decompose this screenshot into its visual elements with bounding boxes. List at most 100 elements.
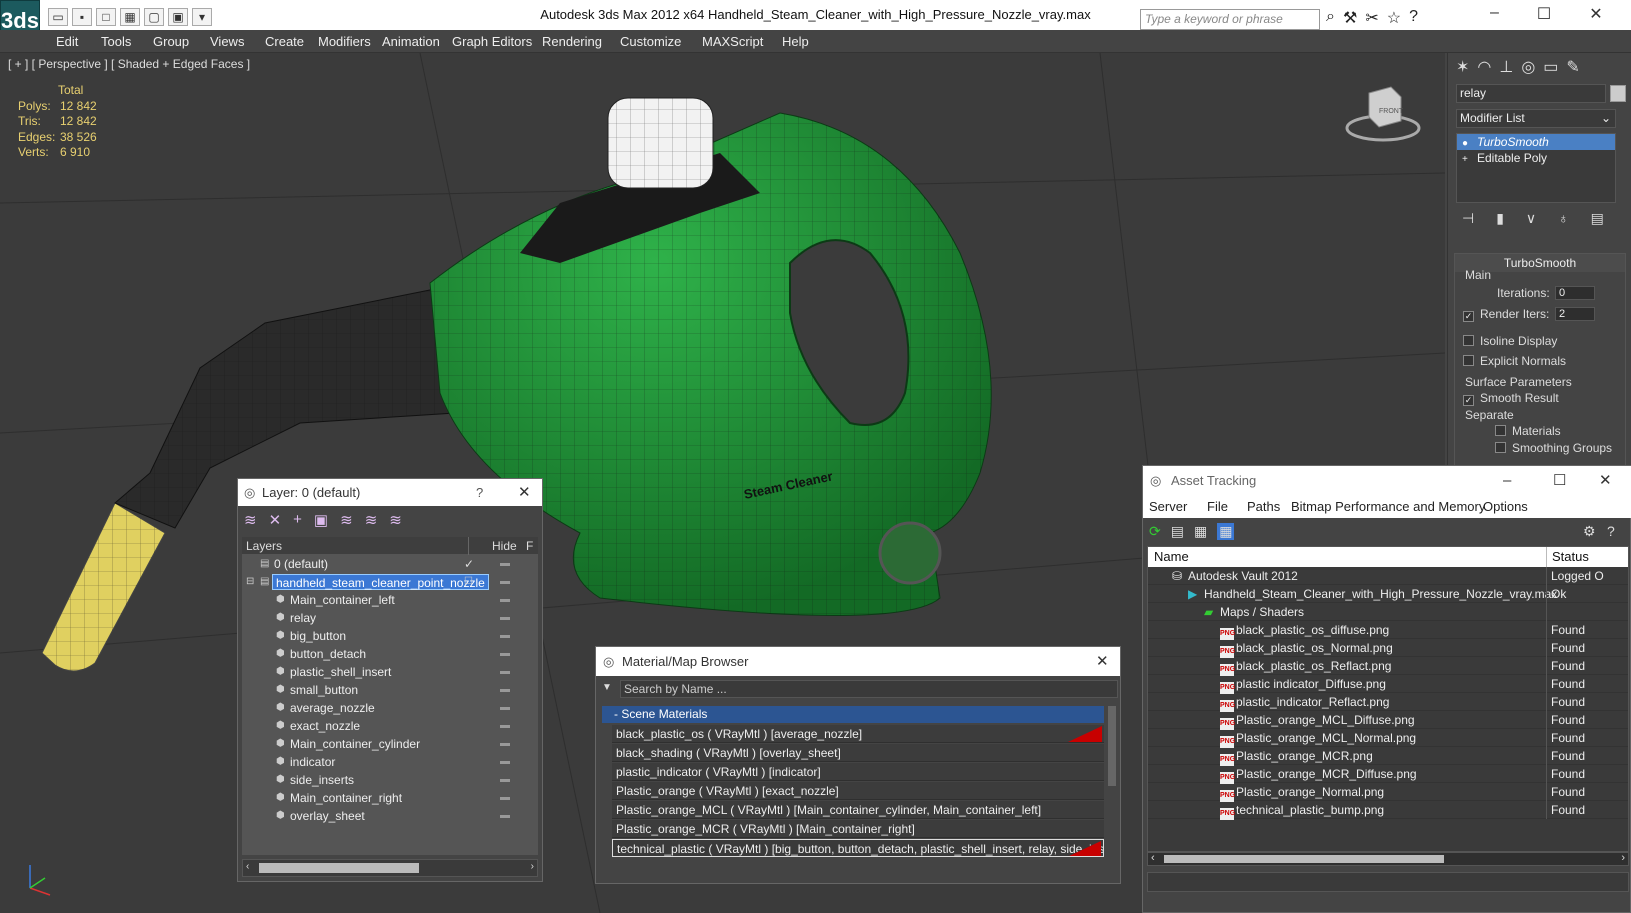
material-row[interactable]: black_shading ( VRayMtl ) [overlay_sheet… bbox=[612, 744, 1104, 762]
layer-row[interactable]: ⬢ Main_container_cylinder ▬ bbox=[242, 735, 538, 753]
layer-row[interactable]: ⬢ exact_nozzle ▬ bbox=[242, 717, 538, 735]
layer-row[interactable]: ⬢ average_nozzle ▬ bbox=[242, 699, 538, 717]
help-icon[interactable]: ? bbox=[1409, 8, 1418, 28]
asset-row[interactable]: PNG Plastic_orange_Normal.png Found bbox=[1148, 783, 1628, 802]
current-layer-box[interactable]: ☐ bbox=[464, 573, 473, 591]
maximize-icon[interactable]: ☐ bbox=[1537, 4, 1551, 24]
close-icon[interactable]: ✕ bbox=[518, 479, 531, 506]
display-tab-icon[interactable]: ▭ bbox=[1543, 57, 1558, 77]
render-iters-spinner[interactable]: 2 bbox=[1555, 307, 1595, 321]
layer-row[interactable]: ⬢ overlay_sheet ▬ bbox=[242, 807, 538, 825]
hide-toggle[interactable]: ▬ bbox=[500, 699, 510, 717]
close-icon[interactable]: ✕ bbox=[1589, 4, 1602, 24]
binoculars-icon[interactable]: ⌕ bbox=[1326, 8, 1335, 28]
object-name-input[interactable]: relay bbox=[1456, 84, 1606, 103]
hold-icon[interactable]: ▦ bbox=[120, 8, 140, 26]
viewport-label[interactable]: [ + ] [ Perspective ] [ Shaded + Edged F… bbox=[8, 57, 250, 71]
refresh-icon[interactable]: ⟳ bbox=[1149, 523, 1161, 540]
menu-help[interactable]: Help bbox=[782, 34, 809, 49]
layer-dialog-title-bar[interactable]: ◎ Layer: 0 (default) ? ✕ bbox=[238, 479, 542, 506]
add-to-layer-icon[interactable]: + bbox=[293, 511, 302, 529]
col-hide[interactable]: Hide bbox=[492, 539, 517, 553]
material-scrollbar[interactable] bbox=[1108, 706, 1116, 786]
wrench-icon[interactable]: ✂ bbox=[1365, 8, 1378, 28]
menu-views[interactable]: Views bbox=[210, 34, 244, 49]
minimize-icon[interactable]: – bbox=[1490, 4, 1499, 24]
layer-row[interactable]: ⬢ plastic_shell_insert ▬ bbox=[242, 663, 538, 681]
material-row[interactable]: plastic_indicator ( VRayMtl ) [indicator… bbox=[612, 763, 1104, 781]
scroll-left-icon[interactable]: ‹ bbox=[1151, 852, 1155, 864]
star-icon[interactable]: ☆ bbox=[1387, 8, 1401, 28]
material-row[interactable]: Plastic_orange_MCL ( VRayMtl ) [Main_con… bbox=[612, 801, 1104, 819]
scene-materials-group[interactable]: - Scene Materials bbox=[602, 706, 1104, 723]
asset-row[interactable]: PNG black_plastic_os_Reflact.png Found bbox=[1148, 657, 1628, 676]
menu-server[interactable]: Server bbox=[1149, 499, 1187, 514]
material-row[interactable]: Plastic_orange ( VRayMtl ) [exact_nozzle… bbox=[612, 782, 1104, 800]
hide-toggle[interactable]: ▬ bbox=[500, 609, 510, 627]
materials-checkbox[interactable] bbox=[1495, 425, 1506, 436]
create-layer-icon[interactable]: ≋ bbox=[244, 511, 257, 529]
remove-modifier-icon[interactable]: ♁ bbox=[1558, 210, 1569, 227]
asset-row[interactable]: PNG Plastic_orange_MCL_Normal.png Found bbox=[1148, 729, 1628, 748]
explicit-normals-checkbox[interactable] bbox=[1463, 355, 1474, 366]
col-layers[interactable]: Layers bbox=[246, 539, 282, 553]
save-icon[interactable]: ▪ bbox=[72, 8, 92, 26]
layout-icon[interactable]: ▣ bbox=[168, 8, 188, 26]
select-objects-icon[interactable]: ▣ bbox=[314, 511, 328, 529]
asset-row[interactable]: PNG Plastic_orange_MCR_Diffuse.png Found bbox=[1148, 765, 1628, 784]
table-view-icon[interactable]: ▦ bbox=[1217, 523, 1235, 540]
checkmark-icon[interactable]: ✓ bbox=[464, 555, 474, 573]
close-icon[interactable]: ✕ bbox=[1599, 466, 1612, 496]
scroll-right-icon[interactable]: › bbox=[531, 861, 534, 872]
menu-graph-editors[interactable]: Graph Editors bbox=[452, 34, 532, 49]
expand-icon[interactable]: + bbox=[1462, 152, 1468, 168]
layer-row[interactable]: ⬢ indicator ▬ bbox=[242, 753, 538, 771]
collapse-icon[interactable]: ⊟ bbox=[246, 573, 254, 591]
maximize-icon[interactable]: ☐ bbox=[1553, 466, 1566, 496]
options-menu-icon[interactable]: ▼ bbox=[602, 682, 612, 693]
hide-all-icon[interactable]: ≋ bbox=[365, 511, 378, 529]
utilities-tab-icon[interactable]: ✎ bbox=[1566, 57, 1579, 77]
layer-row[interactable]: ⬢ big_button ▬ bbox=[242, 627, 538, 645]
pin-stack-icon[interactable]: ⊣ bbox=[1462, 210, 1474, 227]
hide-toggle[interactable]: ▬ bbox=[500, 807, 510, 825]
menu-file[interactable]: File bbox=[1207, 499, 1228, 514]
help-icon[interactable]: ? bbox=[1607, 523, 1615, 539]
vault-login-icon[interactable]: ⚙ bbox=[1583, 523, 1596, 540]
asset-row[interactable]: ▰ Maps / Shaders bbox=[1148, 603, 1628, 621]
smooth-result-checkbox[interactable]: ✓ bbox=[1463, 395, 1474, 406]
menu-create[interactable]: Create bbox=[265, 34, 304, 49]
asset-row[interactable]: PNG Plastic_orange_MCR.png Found bbox=[1148, 747, 1628, 766]
highlight-layer-icon[interactable]: ≋ bbox=[340, 511, 353, 529]
scroll-right-icon[interactable]: › bbox=[1621, 852, 1625, 864]
stack-item-editable-poly[interactable]: + Editable Poly bbox=[1457, 150, 1615, 166]
col-freeze[interactable]: F bbox=[526, 539, 533, 553]
modify-tab-icon[interactable]: ◠ bbox=[1477, 57, 1491, 77]
layer-row[interactable]: ⬢ small_button ▬ bbox=[242, 681, 538, 699]
menu-edit[interactable]: Edit bbox=[56, 34, 78, 49]
menu-options[interactable]: Options bbox=[1483, 499, 1528, 514]
asset-row[interactable]: PNG plastic indicator_Diffuse.png Found bbox=[1148, 675, 1628, 694]
minimize-icon[interactable]: – bbox=[1503, 466, 1511, 496]
material-row[interactable]: black_plastic_os ( VRayMtl ) [average_no… bbox=[612, 725, 1104, 743]
hierarchy-tab-icon[interactable]: ⊥ bbox=[1499, 57, 1513, 77]
view-cube[interactable]: FRONT bbox=[1345, 83, 1421, 143]
help-button[interactable]: ? bbox=[476, 479, 483, 506]
scroll-left-icon[interactable]: ‹ bbox=[246, 861, 249, 872]
hide-toggle[interactable]: ▬ bbox=[500, 573, 510, 591]
menu-customize[interactable]: Customize bbox=[620, 34, 681, 49]
layer-row[interactable]: ⬢ side_inserts ▬ bbox=[242, 771, 538, 789]
hide-toggle[interactable]: ▬ bbox=[500, 663, 510, 681]
create-tab-icon[interactable]: ✶ bbox=[1456, 57, 1469, 77]
asset-path-field[interactable] bbox=[1147, 872, 1629, 892]
layer-row[interactable]: ⬢ button_detach ▬ bbox=[242, 645, 538, 663]
iterations-spinner[interactable]: 0 bbox=[1555, 286, 1595, 300]
asset-horizontal-scrollbar[interactable]: ‹ › bbox=[1147, 852, 1629, 866]
object-color-swatch[interactable] bbox=[1610, 85, 1626, 102]
material-row[interactable]: Plastic_orange_MCR ( VRayMtl ) [Main_con… bbox=[612, 820, 1104, 838]
hide-toggle[interactable]: ▬ bbox=[500, 591, 510, 609]
render-iters-checkbox[interactable]: ✓ bbox=[1463, 311, 1474, 322]
layer-row[interactable]: ▤ 0 (default) ✓ ▬ bbox=[242, 555, 538, 573]
tools-icon[interactable]: ⚒ bbox=[1343, 8, 1357, 28]
hide-toggle[interactable]: ▬ bbox=[500, 753, 510, 771]
